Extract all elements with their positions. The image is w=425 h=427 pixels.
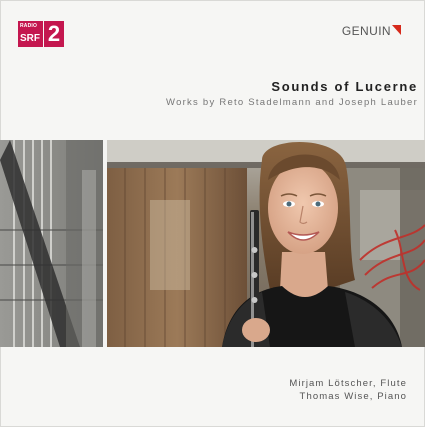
cover-photo (0, 140, 425, 347)
srf-logo-radio-text: RADIO (20, 23, 38, 29)
srf-logo-channel-number: 2 (47, 21, 61, 46)
album-title: Sounds of Lucerne (271, 79, 418, 94)
genuin-label-logo: GENUIN (342, 24, 401, 38)
srf-logo-left-block: RADIO SRF (18, 21, 43, 47)
radio-srf2-logo: RADIO SRF 2 (18, 21, 64, 47)
performer-piano: Thomas Wise, Piano (299, 391, 407, 402)
cover-photo-illustration (0, 140, 425, 347)
performer-flute: Mirjam Lötscher, Flute (289, 378, 407, 389)
album-cover: RADIO SRF 2 GENUIN Sounds of Lucerne Wor… (0, 0, 425, 427)
srf-logo-srf-text: SRF (20, 33, 40, 44)
genuin-logo-text: GENUIN (341, 24, 391, 38)
performers-credits: Mirjam Lötscher, Flute Thomas Wise, Pian… (289, 377, 407, 403)
album-subtitle: Works by Reto Stadelmann and Joseph Laub… (166, 97, 418, 108)
srf-logo-right-block: 2 (44, 21, 64, 47)
genuin-triangle-icon (392, 25, 401, 35)
